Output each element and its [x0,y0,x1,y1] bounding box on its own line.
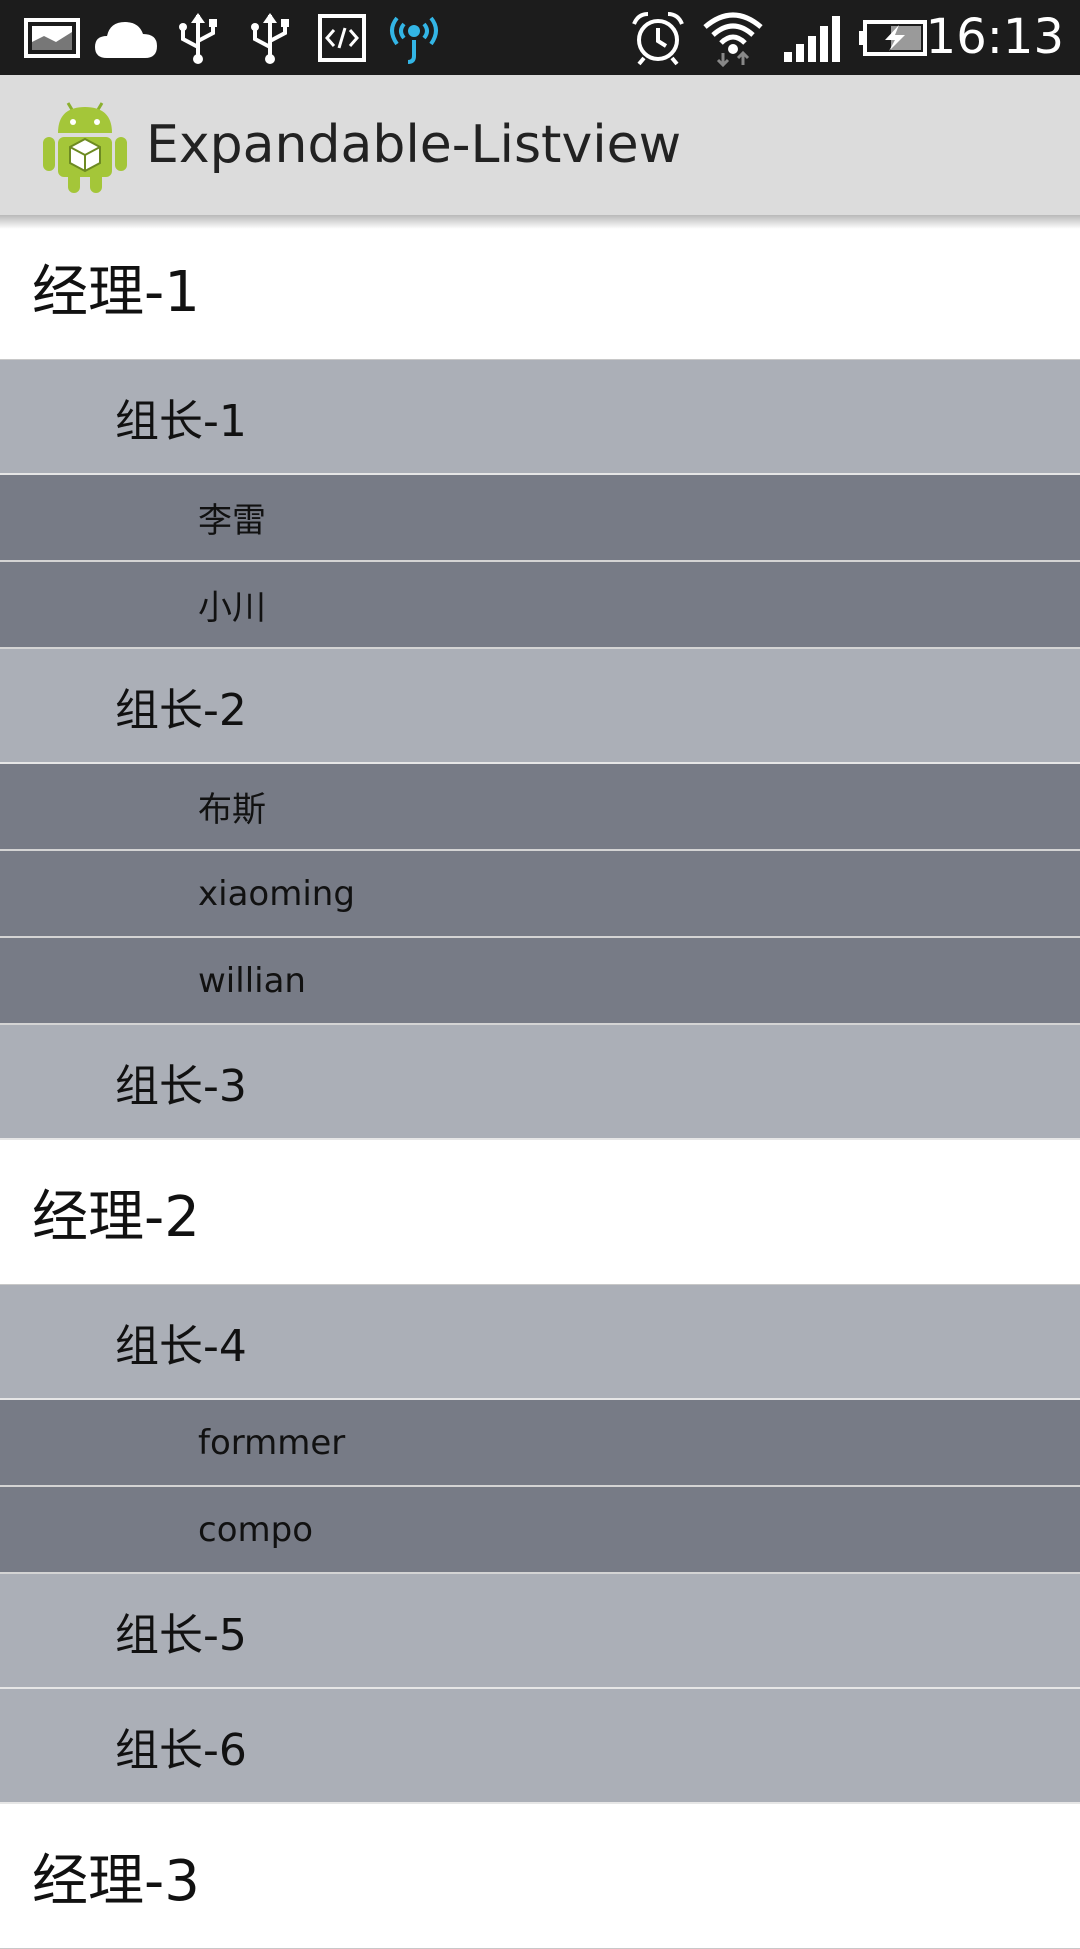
row-label: 经理-2 [32,1184,200,1250]
signal-icon [780,10,842,66]
row-label: 小川 [198,588,266,628]
status-bar: 16:13 [0,0,1080,75]
group-row-manager-1[interactable]: 经理-1 [0,215,1080,360]
child-row[interactable]: 小川 [0,562,1080,649]
subgroup-row-leader-2[interactable]: 组长-2 [0,649,1080,764]
child-row[interactable]: 李雷 [0,475,1080,562]
action-bar: Expandable-Listview [0,75,1080,215]
cloud-icon [92,10,160,66]
child-row[interactable]: xiaoming [0,851,1080,938]
row-label: compo [198,1509,313,1550]
wifi-icon [700,10,766,67]
app-title: Expandable-Listview [146,115,682,175]
gallery-icon [22,10,82,66]
expandable-list[interactable]: 经理-1 组长-1 李雷 小川 组长-2 布斯 xiaoming willian… [0,215,1080,1949]
row-label: 组长-3 [115,1060,247,1112]
row-label: xiaoming [198,873,355,914]
wireless-debug-icon [384,10,444,66]
child-row[interactable]: 布斯 [0,764,1080,851]
row-label: 组长-1 [115,395,247,447]
child-row[interactable]: compo [0,1487,1080,1574]
row-label: 组长-5 [115,1609,247,1661]
row-label: 李雷 [198,501,266,541]
row-label: 组长-6 [115,1724,247,1776]
group-row-manager-2[interactable]: 经理-2 [0,1140,1080,1285]
subgroup-row-leader-3[interactable]: 组长-3 [0,1025,1080,1140]
subgroup-row-leader-6[interactable]: 组长-6 [0,1689,1080,1804]
row-label: formmer [198,1422,346,1463]
row-label: 经理-1 [32,259,200,325]
action-bar-shadow [0,215,1080,229]
subgroup-row-leader-5[interactable]: 组长-5 [0,1574,1080,1689]
row-label: 组长-2 [115,684,247,736]
clock-time: 16:13 [925,9,1064,65]
usb-icon [244,10,296,66]
row-label: 经理-3 [32,1848,200,1914]
subgroup-row-leader-4[interactable]: 组长-4 [0,1285,1080,1400]
usb-icon [172,10,224,66]
subgroup-row-leader-1[interactable]: 组长-1 [0,360,1080,475]
battery-charging-icon [856,10,928,66]
row-label: 组长-4 [115,1320,247,1372]
android-icon[interactable] [40,97,130,195]
code-icon [316,10,368,66]
child-row[interactable]: formmer [0,1400,1080,1487]
row-label: willian [198,960,306,1001]
alarm-icon [628,10,688,66]
group-row-manager-3[interactable]: 经理-3 [0,1804,1080,1949]
child-row[interactable]: willian [0,938,1080,1025]
row-label: 布斯 [198,790,266,830]
